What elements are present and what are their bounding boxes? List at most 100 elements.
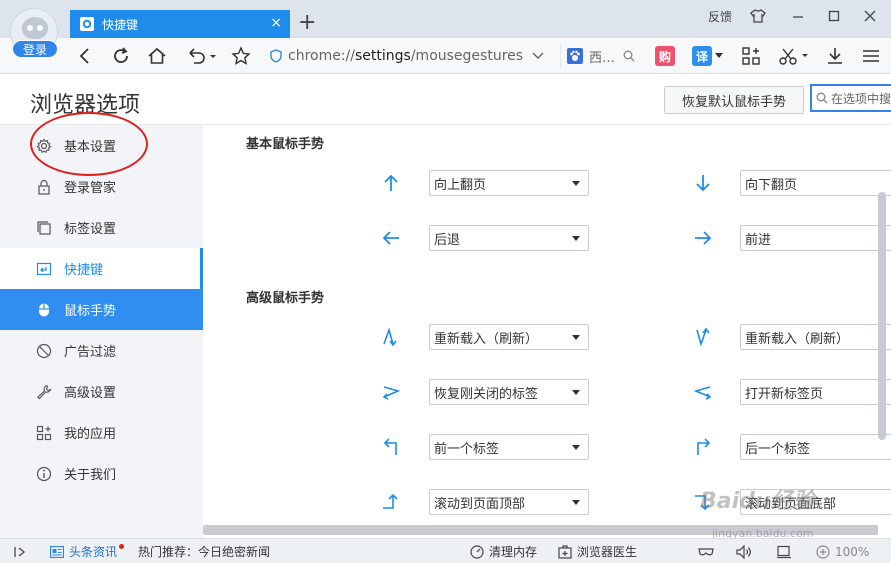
back-button[interactable]	[72, 44, 98, 68]
sidebar-item-label: 标签设置	[64, 222, 117, 237]
browser-doctor-button[interactable]: 浏览器医生	[558, 539, 637, 563]
gesture-action-select[interactable]: 恢复刚关闭的标签	[429, 379, 589, 405]
gesture-action-select[interactable]: 后退	[429, 225, 589, 251]
hot-recommend-link[interactable]: 热门推荐：今日绝密新闻	[138, 539, 270, 563]
gesture-action-select[interactable]: 向下翻页	[740, 170, 891, 196]
gear-icon	[36, 138, 52, 154]
chevron-down-icon[interactable]	[528, 44, 548, 68]
zoom-control[interactable]: 100%	[816, 539, 869, 563]
sidebar-item-my-apps[interactable]: 我的应用	[0, 412, 203, 453]
block-icon	[36, 343, 52, 359]
sidebar-item-label: 鼠标手势	[64, 304, 117, 319]
close-icon[interactable]: ×	[270, 15, 282, 31]
tab-title: 快捷键	[102, 17, 139, 32]
feedback-link[interactable]: 反馈	[708, 6, 732, 26]
gesture-action-select[interactable]: 打开新标签页	[740, 379, 891, 405]
sidebar-item-shortcuts[interactable]: 快捷键	[0, 248, 203, 289]
tab-shortcuts[interactable]: 快捷键 ×	[70, 10, 290, 38]
status-bar: 头条资讯 热门推荐：今日绝密新闻 清理内存 浏览器医生 100%	[0, 538, 891, 563]
search-icon	[816, 92, 828, 104]
gesture-action-value: 前一个标签	[434, 441, 500, 457]
sidebar-item-label: 高级设置	[64, 386, 117, 401]
clean-memory-button[interactable]: 清理内存	[470, 539, 537, 563]
gesture-action-select[interactable]: 向上翻页	[429, 170, 589, 196]
screenshot-scissors-icon[interactable]	[776, 44, 812, 68]
navigation-bar: chrome://settings/mousegestures 西… 购 译	[0, 38, 891, 74]
gesture-up-left-icon	[379, 435, 403, 459]
gesture-up-right-icon	[691, 435, 715, 459]
search-engine-text: 西…	[589, 50, 616, 66]
sidebar-toggle-icon[interactable]	[14, 539, 28, 563]
secure-shield-icon	[270, 49, 282, 63]
mouse-gestures-panel: 基本鼠标手势 向上翻页 向下翻页 后退 前进 高级鼠标手势 重新载入（刷新） 重…	[203, 125, 891, 525]
mouse-icon	[36, 302, 52, 318]
refresh-button[interactable]	[108, 44, 134, 68]
gesture-action-select[interactable]: 前一个标签	[429, 434, 589, 460]
download-icon[interactable]	[822, 44, 848, 68]
sidebar-item-login-manager[interactable]: 登录管家	[0, 166, 203, 207]
translate-dropdown-icon[interactable]	[712, 44, 726, 68]
home-button[interactable]	[144, 44, 170, 68]
gesture-right-icon	[691, 226, 715, 250]
incognito-mask-icon[interactable]	[698, 539, 714, 563]
zoom-icon	[816, 544, 830, 559]
search-icon[interactable]	[623, 50, 635, 62]
close-window-button[interactable]	[860, 6, 880, 26]
mascot-icon	[22, 17, 48, 39]
gesture-action-select[interactable]: 滚动到页面顶部	[429, 489, 589, 515]
vertical-scrollbar[interactable]	[878, 192, 886, 440]
lock-icon	[36, 179, 52, 195]
bookmark-star-icon[interactable]	[228, 44, 254, 68]
gesture-action-value: 向上翻页	[434, 177, 487, 193]
gesture-action-select[interactable]: 前进	[740, 225, 891, 251]
caret-down-icon	[572, 181, 580, 186]
skin-icon[interactable]	[748, 6, 768, 26]
caret-down-icon	[572, 445, 580, 450]
undo-close-button[interactable]	[184, 44, 218, 68]
sidebar-item-mouse-gestures[interactable]: 鼠标手势	[0, 289, 210, 330]
speaker-icon[interactable]	[736, 539, 752, 563]
caret-down-icon	[572, 500, 580, 505]
caret-down-icon	[572, 236, 580, 241]
search-engine-box[interactable]: 西…	[560, 44, 636, 68]
gesture-action-value: 后退	[434, 232, 461, 248]
settings-search-input[interactable]: 在选项中搜	[810, 84, 891, 112]
gesture-left-right-icon	[691, 380, 715, 404]
new-tab-button[interactable]: +	[298, 12, 316, 34]
login-button[interactable]: 登录	[12, 40, 58, 58]
gesture-action-value: 向下翻页	[745, 177, 798, 193]
screen-icon[interactable]	[776, 539, 792, 563]
address-bar[interactable]: chrome://settings/mousegestures	[270, 43, 555, 69]
minimize-button[interactable]	[788, 6, 808, 26]
gesture-action-select[interactable]: 重新载入（刷新）	[740, 324, 891, 350]
gesture-action-value: 滚动到页面顶部	[434, 496, 526, 512]
sidebar-item-ad-block[interactable]: 广告过滤	[0, 330, 203, 371]
news-label: 头条资讯	[69, 545, 118, 559]
sidebar-item-about[interactable]: 关于我们	[0, 453, 203, 494]
gesture-action-value: 后一个标签	[745, 441, 811, 457]
sidebar-item-label: 快捷键	[64, 263, 104, 278]
translate-extension-button[interactable]: 译	[692, 46, 712, 66]
news-icon	[50, 545, 64, 558]
url-path: /mousegestures	[410, 48, 524, 64]
shortcut-icon	[36, 261, 52, 277]
sidebar-item-label: 我的应用	[64, 427, 117, 442]
gesture-action-select[interactable]: 重新载入（刷新）	[429, 324, 589, 350]
speedometer-icon	[470, 544, 484, 559]
apps-icon	[36, 425, 52, 441]
sidebar-item-advanced[interactable]: 高级设置	[0, 371, 203, 412]
gesture-action-select[interactable]: 后一个标签	[740, 434, 891, 460]
gesture-left-icon	[379, 226, 403, 250]
gesture-right-left-icon	[379, 380, 403, 404]
clean-memory-label: 清理内存	[489, 545, 538, 559]
restore-default-gestures-button[interactable]: 恢复默认鼠标手势	[664, 86, 804, 114]
sidebar-item-basic[interactable]: 基本设置	[0, 125, 203, 166]
settings-search-placeholder: 在选项中搜	[831, 91, 891, 106]
menu-icon[interactable]	[858, 44, 884, 68]
news-button[interactable]: 头条资讯	[50, 539, 125, 563]
apps-grid-icon[interactable]	[738, 44, 764, 68]
wrench-icon	[36, 384, 52, 400]
sidebar-item-tabs[interactable]: 标签设置	[0, 207, 203, 248]
maximize-button[interactable]	[824, 6, 844, 26]
shopping-extension-button[interactable]: 购	[655, 46, 675, 66]
